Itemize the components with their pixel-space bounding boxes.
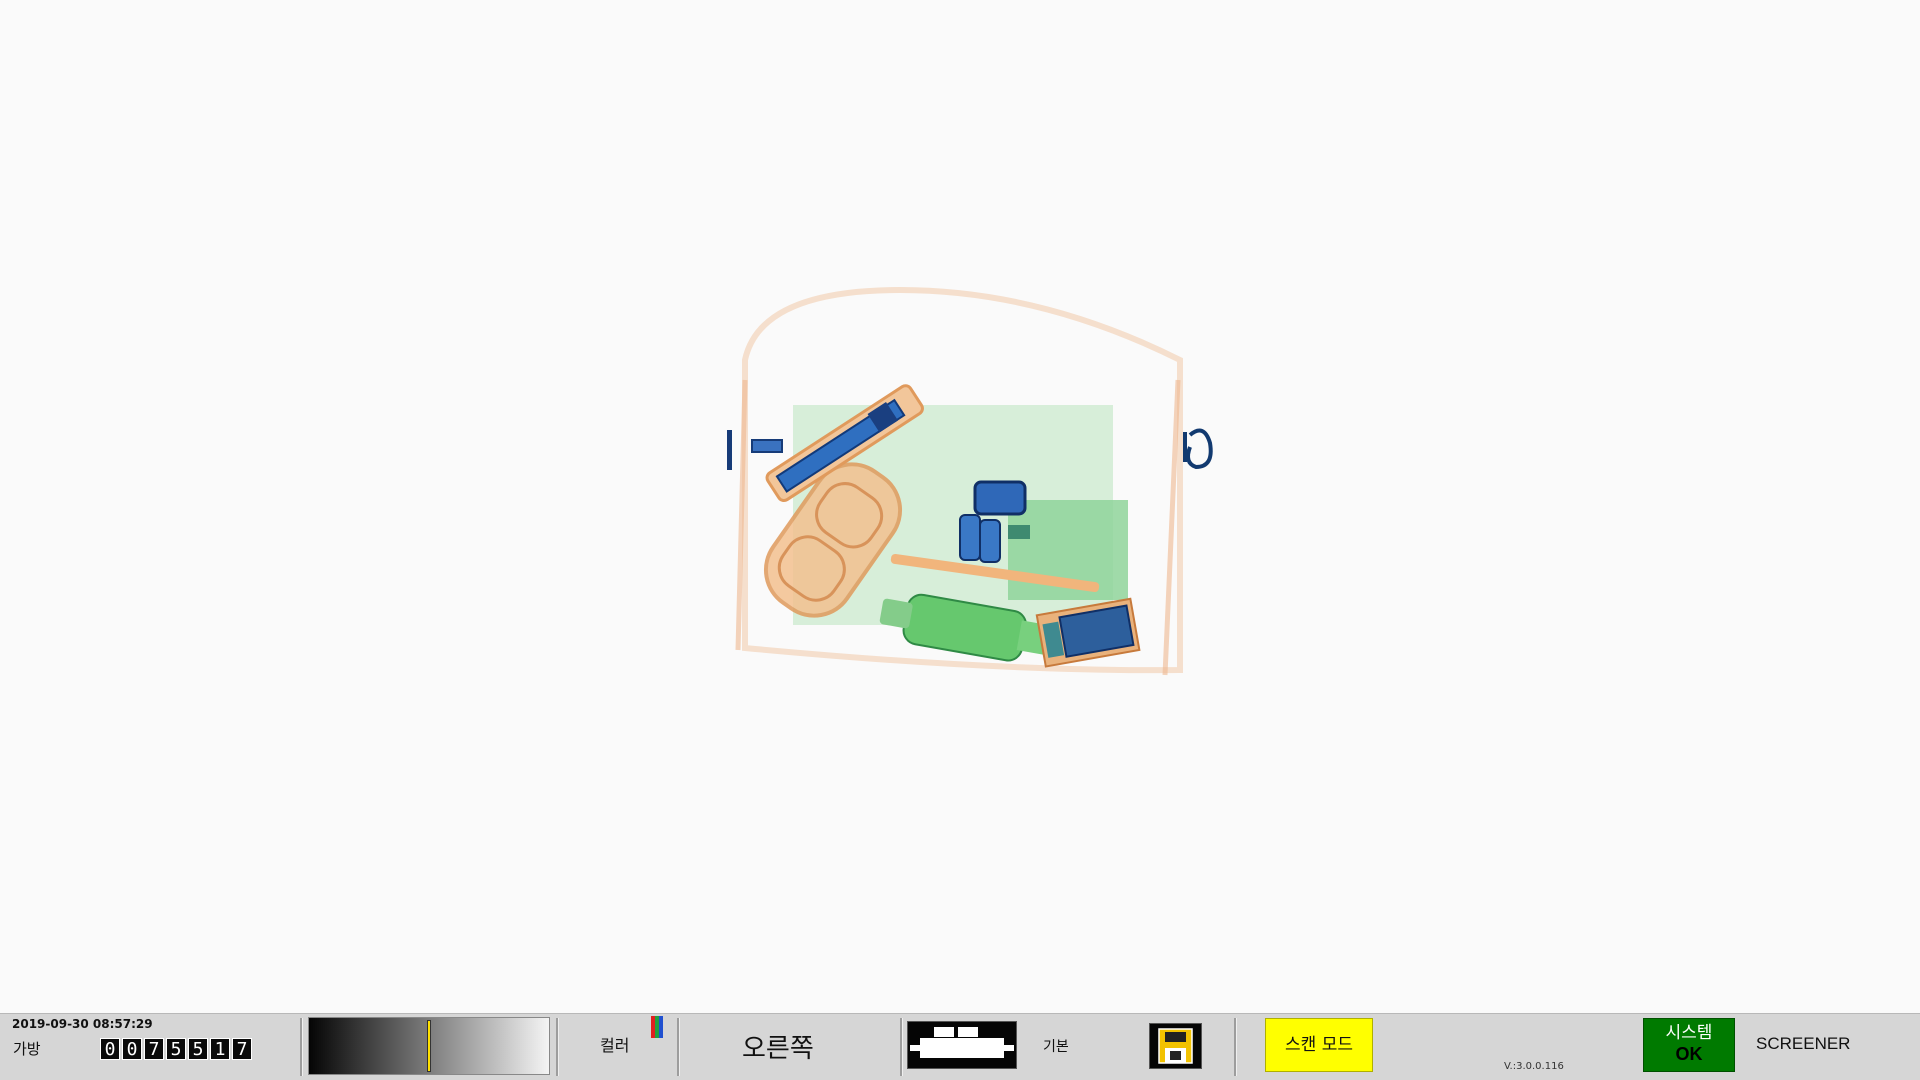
system-status-value: OK: [1675, 1044, 1703, 1064]
divider: [900, 1018, 903, 1076]
mode-label[interactable]: 기본: [1043, 1036, 1069, 1056]
grayscale-slider[interactable]: [308, 1017, 550, 1075]
divider: [677, 1018, 680, 1076]
bag-count-label: 가방: [13, 1040, 41, 1058]
slider-handle[interactable]: [427, 1020, 431, 1072]
view-side-label[interactable]: 오른쪽: [742, 1028, 814, 1065]
counter-digit: 1: [210, 1038, 230, 1060]
version-label: V.:3.0.0.116: [1504, 1061, 1564, 1072]
counter-digit: 7: [232, 1038, 252, 1060]
save-disk-icon: [1158, 1028, 1193, 1064]
bag-counter: 0 0 7 5 5 1 7: [100, 1038, 252, 1060]
conveyor-belt-button[interactable]: [907, 1021, 1017, 1069]
counter-digit: 0: [122, 1038, 142, 1060]
status-bar: 2019-09-30 08:57:29 가방 0 0 7 5 5 1 7 컬러 …: [0, 1013, 1920, 1080]
color-bars-icon[interactable]: [651, 1016, 663, 1038]
color-mode-label[interactable]: 컬러: [600, 1032, 629, 1056]
divider: [556, 1018, 559, 1076]
counter-digit: 0: [100, 1038, 120, 1060]
counter-digit: 5: [166, 1038, 186, 1060]
xray-bag-image: [727, 286, 1213, 676]
scan-mode-button[interactable]: 스캔 모드: [1265, 1018, 1373, 1072]
xray-scan-image: [0, 0, 1920, 1013]
system-status-label: 시스템: [1665, 1023, 1713, 1043]
user-role-label: SCREENER: [1756, 1034, 1851, 1053]
counter-digit: 7: [144, 1038, 164, 1060]
divider: [300, 1018, 303, 1076]
counter-digit: 5: [188, 1038, 208, 1060]
conveyor-belt-icon: [910, 1027, 1014, 1058]
divider: [1234, 1018, 1237, 1076]
system-status-indicator: 시스템 OK: [1643, 1018, 1735, 1072]
timestamp: 2019-09-30 08:57:29: [12, 1017, 153, 1031]
save-button[interactable]: [1149, 1023, 1202, 1069]
